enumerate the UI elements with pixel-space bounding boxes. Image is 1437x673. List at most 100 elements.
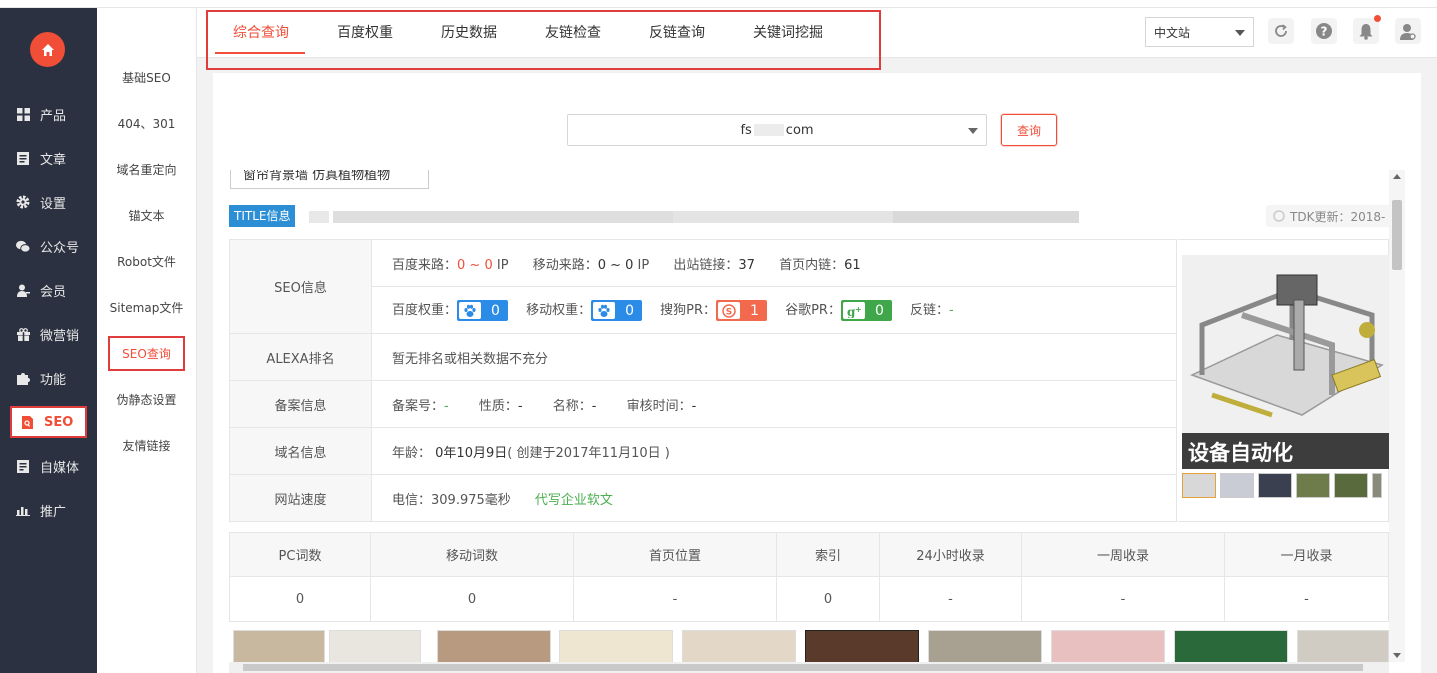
baidu-weight-badge[interactable]: 0 [457,300,508,321]
language-select[interactable]: 中文站 [1145,17,1254,47]
speed-cell: 电信：309.975毫秒 代写企业软文 [371,474,1177,522]
tab-friend-link-check[interactable]: 友链检查 [545,22,601,42]
gear-icon [16,195,30,209]
grid-icon [16,107,30,121]
submenu-item-robot-file[interactable]: Robot文件 [97,238,196,284]
submenu-item-friend-links[interactable]: 友情链接 [97,422,196,468]
google-pr-badge[interactable]: g +0 [840,300,892,321]
sidebar-item-member[interactable]: 会员 [0,268,97,312]
product-thumb[interactable] [682,630,796,664]
domain-info-label: 域名信息 [229,427,372,475]
sidebar-item-marketing[interactable]: 微营销 [0,312,97,356]
submenu-item-seo-query[interactable]: SEO查询 [97,330,196,376]
tdk-update-badge[interactable]: TDK更新：2018- [1266,205,1394,227]
carousel-thumb[interactable] [1182,473,1216,498]
product-thumb[interactable] [1051,630,1165,664]
result-scroll-area[interactable]: 窗帘背景墙 仿真植物植物 TITLE信息 TDK更新：2018- SEO信息 百… [229,170,1405,673]
title-info-tag: TITLE信息 [229,205,296,227]
carousel-main-image[interactable]: 设备自动化 [1182,255,1389,469]
submenu-item-404-301[interactable]: 404、301 [97,100,196,146]
carousel-thumb[interactable] [1334,473,1368,498]
sogou-icon: S [718,302,741,319]
product-thumb[interactable] [437,630,551,664]
top-edge [0,0,1437,8]
seo-info-label: SEO信息 [229,239,372,334]
blurred-title [333,211,673,223]
scroll-up-icon[interactable] [1393,174,1401,179]
stats-header: PC词数 [229,532,371,577]
sidebar-item-promote[interactable]: 推广 [0,488,97,532]
carousel-thumb[interactable] [1296,473,1330,498]
query-button[interactable]: 查询 [1001,114,1057,146]
carousel-thumb[interactable] [1372,473,1382,498]
carousel-thumb[interactable] [1258,473,1292,498]
alexa-label: ALEXA排名 [229,333,372,381]
scroll-thumb[interactable] [1392,200,1402,270]
document-icon [16,151,30,165]
sidebar-item-label: 设置 [40,196,67,212]
scroll-down-icon[interactable] [1393,653,1401,658]
domain-query-input[interactable]: fs com [567,114,987,146]
svg-text:?: ? [1321,25,1328,39]
sidebar-item-label: 微营销 [40,328,80,344]
refresh-icon [1275,24,1287,37]
product-thumb[interactable] [559,630,673,664]
product-thumb[interactable] [329,630,421,664]
sidebar-item-settings[interactable]: 设置 [0,180,97,224]
submenu-item-pseudo-static[interactable]: 伪静态设置 [97,376,196,422]
product-thumb[interactable] [805,630,919,664]
sidebar-item-label: 会员 [40,284,67,300]
chart-icon [16,503,30,517]
sidebar-item-wechat[interactable]: 公众号 [0,224,97,268]
sidebar-item-function[interactable]: 功能 [0,356,97,400]
tab-history-data[interactable]: 历史数据 [441,22,497,42]
chevron-down-icon [1235,30,1245,36]
google-plus-icon: g + [842,302,865,319]
sidebar-item-media[interactable]: 自媒体 [0,444,97,488]
puzzle-icon [16,371,30,385]
home-button[interactable] [30,32,65,67]
sidebar-item-product[interactable]: 产品 [0,92,97,136]
stats-header: 一月收录 [1224,532,1389,577]
submenu-item-anchor-text[interactable]: 锚文本 [97,192,196,238]
stats-cell: 0 [370,576,574,622]
product-thumb[interactable] [928,630,1042,664]
product-thumb[interactable] [1297,630,1389,664]
help-button[interactable]: ? [1311,18,1337,44]
product-thumb[interactable] [1174,630,1288,664]
tab-baidu-weight[interactable]: 百度权重 [337,22,393,42]
sidebar-item-label: 公众号 [40,240,80,256]
sidebar-item-label: 自媒体 [40,460,80,476]
image-carousel: 设备自动化 [1178,239,1389,522]
tab-keyword-mining[interactable]: 关键词挖掘 [753,22,823,42]
user-icon [16,283,30,297]
submenu-item-domain-redirect[interactable]: 域名重定向 [97,146,196,192]
mobile-weight-badge[interactable]: 0 [591,300,643,321]
media-icon [16,459,30,473]
sidebar-item-seo[interactable]: SEO [10,406,87,438]
scroll-thumb[interactable] [243,664,1363,671]
submenu-item-sitemap[interactable]: Sitemap文件 [97,284,196,330]
horizontal-scrollbar[interactable] [229,662,1389,673]
account-button[interactable] [1395,18,1421,44]
chevron-down-icon [968,128,978,134]
stats-cell: 0 [776,576,880,622]
refresh-button[interactable] [1268,18,1294,44]
sogou-pr-badge[interactable]: S1 [716,300,767,321]
notification-button[interactable] [1353,15,1381,44]
tab-overall-query[interactable]: 综合查询 [233,22,289,42]
bell-icon [1359,23,1373,40]
wechat-icon [16,239,30,253]
machine-image [1182,255,1389,433]
ad-link[interactable]: 代写企业软文 [535,493,613,508]
sidebar-item-article[interactable]: 文章 [0,136,97,180]
product-thumb[interactable] [233,630,325,664]
submenu-item-basic-seo[interactable]: 基础SEO [97,54,196,100]
tab-backlink-query[interactable]: 反链查询 [649,22,705,42]
speed-label: 网站速度 [229,474,372,522]
vertical-scrollbar[interactable] [1389,170,1405,662]
svg-text:+: + [855,305,862,314]
seo-traffic-cell: 百度来路：0 ~ 0 IP 移动来路：0 ~ 0 IP 出站链接：37 首页内链… [371,239,1177,287]
seo-submenu: 基础SEO 404、301 域名重定向 锚文本 Robot文件 Sitemap文… [97,8,197,673]
carousel-thumb[interactable] [1220,473,1254,498]
